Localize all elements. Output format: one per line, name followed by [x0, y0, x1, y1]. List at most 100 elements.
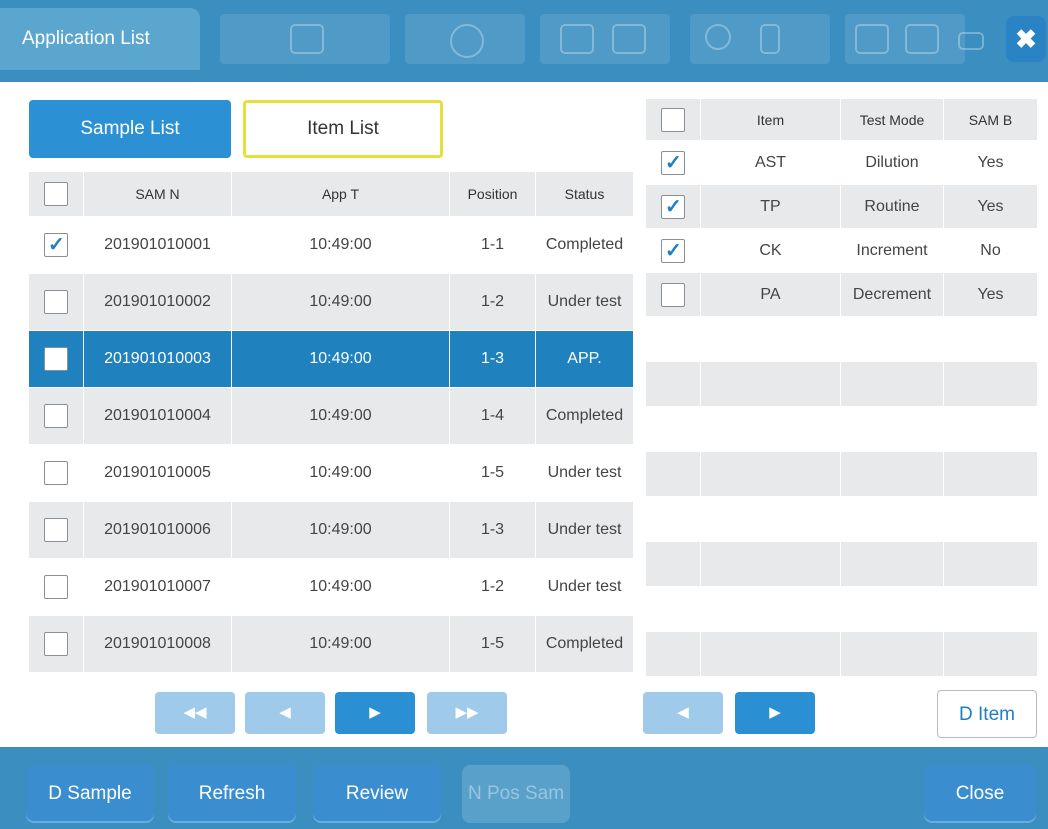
empty-row	[645, 406, 1038, 452]
position: 1-4	[449, 387, 536, 445]
column-header-sam-n[interactable]: SAM N	[83, 171, 232, 217]
n-pos-sam-button[interactable]: N Pos Sam	[462, 765, 570, 823]
app-time: 10:49:00	[231, 444, 450, 502]
test-mode: Routine	[840, 184, 944, 229]
sample-number: 201901010003	[83, 330, 232, 388]
sample-number: 201901010004	[83, 387, 232, 445]
sample-list-tab[interactable]: Sample List	[29, 100, 231, 158]
item-name: PA	[700, 272, 841, 317]
last-page-button[interactable]: ▶▶	[427, 692, 507, 734]
empty-row	[645, 541, 1038, 587]
test-mode: Increment	[840, 228, 944, 273]
select-all-checkbox[interactable]	[28, 171, 84, 217]
item-checkbox[interactable]	[645, 140, 701, 185]
app-time: 10:49:00	[231, 558, 450, 616]
test-mode: Decrement	[840, 272, 944, 317]
column-header-status[interactable]: Status	[535, 171, 634, 217]
empty-row	[645, 586, 1038, 632]
item-prev-page-button[interactable]: ◀	[643, 692, 723, 734]
table-row[interactable]: 201901010006 10:49:00 1-3 Under test	[28, 501, 634, 559]
app-time: 10:49:00	[231, 273, 450, 331]
status: Completed	[535, 216, 634, 274]
close-button[interactable]: Close	[924, 765, 1036, 823]
keyboard-icon[interactable]	[612, 24, 646, 54]
item-row[interactable]: PA Decrement Yes	[645, 272, 1038, 317]
bottom-bar: D Sample Refresh Review N Pos Sam Close	[0, 747, 1048, 829]
item-next-page-button[interactable]: ▶	[735, 692, 815, 734]
table-row[interactable]: 201901010002 10:49:00 1-2 Under test	[28, 273, 634, 331]
item-checkbox[interactable]	[645, 184, 701, 229]
app-time: 10:49:00	[231, 501, 450, 559]
row-checkbox[interactable]	[28, 273, 84, 331]
rotor-icon[interactable]	[450, 24, 484, 58]
table-row[interactable]: 201901010001 10:49:00 1-1 Completed	[28, 216, 634, 274]
status: Under test	[535, 558, 634, 616]
item-name: AST	[700, 140, 841, 185]
refresh-button[interactable]: Refresh	[168, 765, 296, 823]
app-time: 10:49:00	[231, 330, 450, 388]
table-row[interactable]: 201901010008 10:49:00 1-5 Completed	[28, 615, 634, 673]
item-name: CK	[700, 228, 841, 273]
column-header-sam-b[interactable]: SAM B	[943, 98, 1038, 141]
first-page-button[interactable]: ◀◀	[155, 692, 235, 734]
prev-page-button[interactable]: ◀	[245, 692, 325, 734]
row-checkbox[interactable]	[28, 387, 84, 445]
d-sample-button[interactable]: D Sample	[26, 765, 154, 823]
sam-b: No	[943, 228, 1038, 273]
review-button[interactable]: Review	[313, 765, 441, 823]
test-mode: Dilution	[840, 140, 944, 185]
item-table-header: Item Test Mode SAM B	[645, 98, 1038, 141]
column-header-item[interactable]: Item	[700, 98, 841, 141]
empty-row	[645, 451, 1038, 497]
sample-number: 201901010006	[83, 501, 232, 559]
next-page-button[interactable]: ▶	[335, 692, 415, 734]
status: Under test	[535, 501, 634, 559]
item-list-tab[interactable]: Item List	[243, 100, 443, 158]
table-row-selected[interactable]: 201901010003 10:49:00 1-3 APP.	[28, 330, 634, 388]
row-checkbox[interactable]	[28, 501, 84, 559]
column-header-position[interactable]: Position	[449, 171, 536, 217]
status: Under test	[535, 444, 634, 502]
battery-icon	[958, 32, 984, 50]
sample-number: 201901010002	[83, 273, 232, 331]
column-header-app-t[interactable]: App T	[231, 171, 450, 217]
position: 1-5	[449, 444, 536, 502]
sample-number: 201901010001	[83, 216, 232, 274]
sample-number: 201901010008	[83, 615, 232, 673]
position: 1-3	[449, 501, 536, 559]
select-all-items-checkbox[interactable]	[645, 98, 701, 141]
status: Completed	[535, 387, 634, 445]
column-header-test-mode[interactable]: Test Mode	[840, 98, 944, 141]
app-time: 10:49:00	[231, 615, 450, 673]
book-icon[interactable]	[855, 24, 889, 54]
row-checkbox[interactable]	[28, 558, 84, 616]
row-checkbox[interactable]	[28, 444, 84, 502]
empty-row	[645, 631, 1038, 677]
sample-number: 201901010005	[83, 444, 232, 502]
item-row[interactable]: AST Dilution Yes	[645, 140, 1038, 185]
item-row[interactable]: CK Increment No	[645, 228, 1038, 273]
row-checkbox[interactable]	[28, 216, 84, 274]
window-title: Application List	[0, 8, 200, 70]
item-row[interactable]: TP Routine Yes	[645, 184, 1038, 229]
table-row[interactable]: 201901010005 10:49:00 1-5 Under test	[28, 444, 634, 502]
position: 1-5	[449, 615, 536, 673]
row-checkbox[interactable]	[28, 330, 84, 388]
empty-row	[645, 361, 1038, 407]
screen-icon[interactable]	[905, 24, 939, 54]
close-icon[interactable]: ✖	[1006, 16, 1046, 62]
row-checkbox[interactable]	[28, 615, 84, 673]
empty-row	[645, 496, 1038, 542]
sample-number: 201901010007	[83, 558, 232, 616]
app-time: 10:49:00	[231, 216, 450, 274]
item-checkbox[interactable]	[645, 228, 701, 273]
circle-icon[interactable]	[705, 24, 731, 50]
report-icon[interactable]	[290, 24, 324, 54]
sample-table: SAM N App T Position Status 201901010001…	[28, 171, 634, 673]
printer-icon[interactable]	[560, 24, 594, 54]
table-row[interactable]: 201901010007 10:49:00 1-2 Under test	[28, 558, 634, 616]
thermometer-icon[interactable]	[760, 24, 780, 54]
item-checkbox[interactable]	[645, 272, 701, 317]
table-row[interactable]: 201901010004 10:49:00 1-4 Completed	[28, 387, 634, 445]
d-item-button[interactable]: D Item	[937, 690, 1037, 738]
